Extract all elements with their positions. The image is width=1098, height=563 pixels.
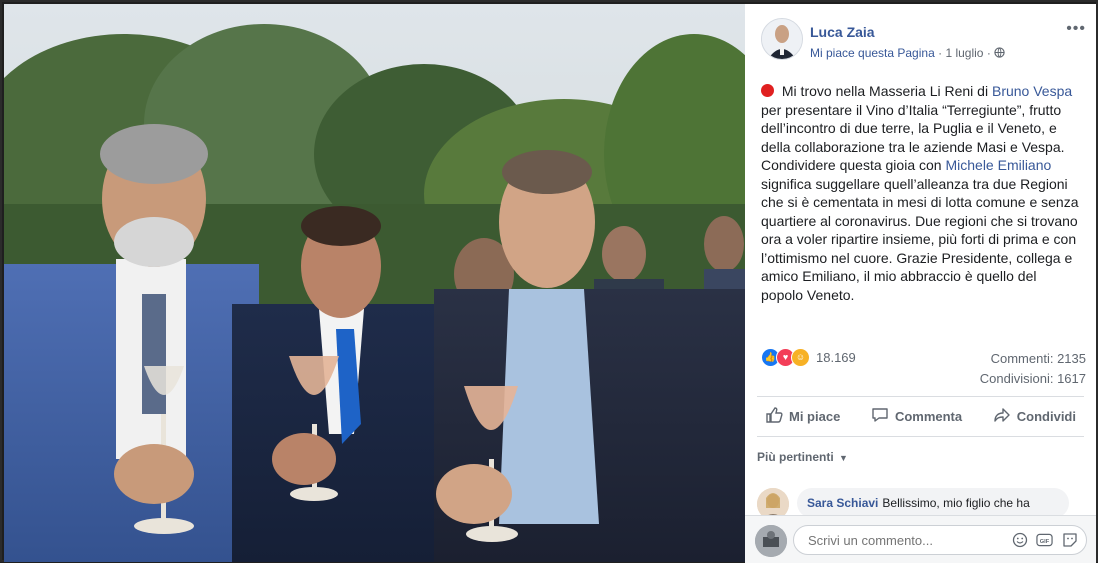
post-text-part-3: significa suggellare quell’alleanza tra … xyxy=(761,175,1079,303)
post-text: Mi trovo nella Masseria Li Reni di Bruno… xyxy=(761,82,1081,304)
more-options-icon[interactable]: ••• xyxy=(1066,20,1086,38)
photo-illustration xyxy=(4,4,745,562)
comment-composer: GIF xyxy=(745,515,1096,563)
mention-bruno-vespa[interactable]: Bruno Vespa xyxy=(992,83,1072,99)
gif-icon[interactable]: GIF xyxy=(1036,531,1053,548)
post-actions: Mi piace Commenta Condividi xyxy=(757,401,1084,431)
share-label: Condividi xyxy=(1016,408,1076,424)
comment-label: Commenta xyxy=(894,408,963,424)
comment-filter-dropdown[interactable]: Più pertinenti ▼ xyxy=(757,450,848,464)
mention-michele-emiliano[interactable]: Michele Emiliano xyxy=(945,157,1051,173)
author-avatar[interactable] xyxy=(761,18,803,60)
post-stats: Commenti: 2135 Condivisioni: 1617 xyxy=(980,349,1086,389)
thumbs-up-icon xyxy=(765,406,783,427)
comment-button[interactable]: Commenta xyxy=(863,401,970,431)
comment-filter-label: Più pertinenti xyxy=(757,450,834,464)
divider xyxy=(757,396,1084,397)
comment-input[interactable] xyxy=(806,532,1000,549)
composer-icons: GIF xyxy=(1011,531,1078,548)
like-label: Mi piace xyxy=(789,408,841,424)
post-header: Luca Zaia Mi piace questa Pagina · 1 lug… xyxy=(745,4,1096,64)
svg-text:GIF: GIF xyxy=(1040,538,1050,544)
emoji-icon[interactable] xyxy=(1011,531,1028,548)
globe-icon xyxy=(994,46,1005,60)
comments-count[interactable]: Commenti: 2135 xyxy=(980,349,1086,369)
author-name[interactable]: Luca Zaia xyxy=(810,24,875,40)
reactions-summary[interactable]: 👍 ♥ ☺ 18.169 xyxy=(761,347,856,367)
post-photo[interactable] xyxy=(4,4,745,562)
user-avatar xyxy=(755,525,787,557)
red-circle-icon xyxy=(761,84,774,97)
comment-icon xyxy=(871,406,889,427)
avatar-illustration xyxy=(762,19,802,59)
caret-down-icon: ▼ xyxy=(839,453,848,463)
share-button[interactable]: Condividi xyxy=(985,401,1084,431)
share-icon xyxy=(993,406,1011,427)
care-icon: ☺ xyxy=(791,347,810,367)
post-text-part-1: Mi trovo nella Masseria Li Reni di xyxy=(778,83,992,99)
divider xyxy=(757,436,1084,437)
comment-input-box: GIF xyxy=(793,525,1087,555)
shares-count[interactable]: Condivisioni: 1617 xyxy=(980,369,1086,389)
commenter-name[interactable]: Sara Schiavi xyxy=(807,496,878,510)
comment-bubble: Sara Schiavi Bellissimo, mio figlio che h… xyxy=(797,488,1069,518)
comment-text: Bellissimo, mio figlio che ha xyxy=(882,496,1030,510)
post-date[interactable]: 1 luglio xyxy=(945,46,983,60)
like-button[interactable]: Mi piace xyxy=(757,401,848,431)
post-side-panel: Luca Zaia Mi piace questa Pagina · 1 lug… xyxy=(745,4,1096,563)
sticker-icon[interactable] xyxy=(1061,531,1078,548)
post-meta: Mi piace questa Pagina · 1 luglio · xyxy=(810,46,1005,60)
like-page-link[interactable]: Mi piace questa Pagina xyxy=(810,46,935,60)
reactions-count: 18.169 xyxy=(816,349,856,365)
